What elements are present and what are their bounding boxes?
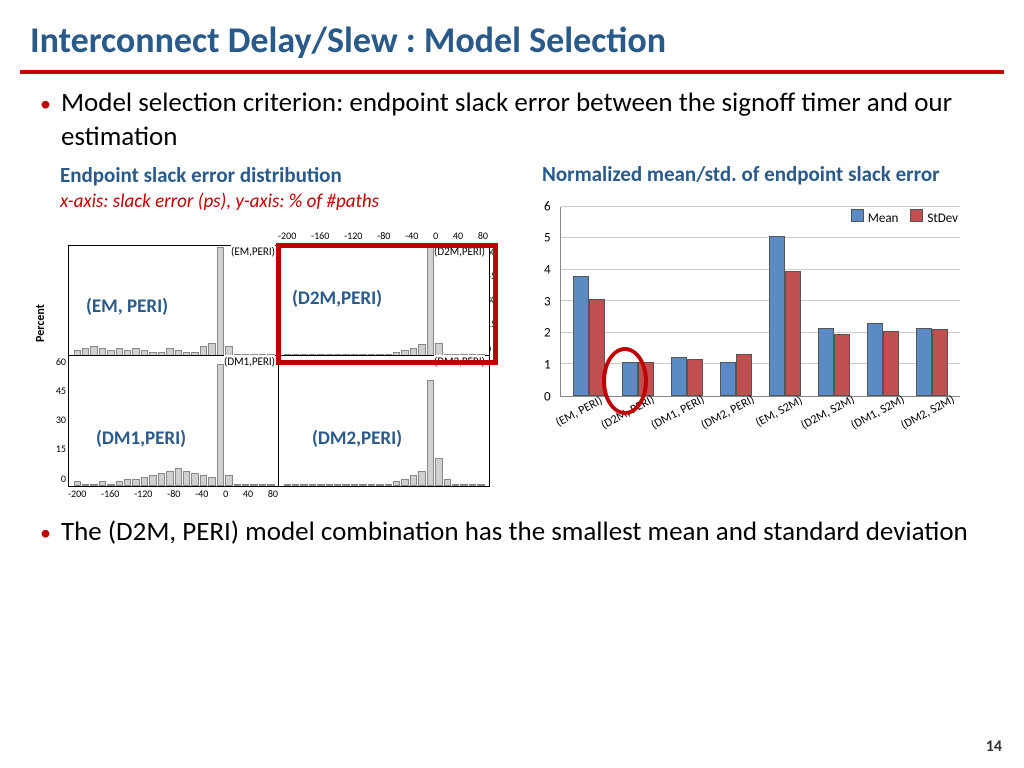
bar-mean [867, 323, 883, 396]
bullet-dot-icon: • [40, 90, 51, 118]
bar-mean [720, 362, 736, 396]
bar-stdev [932, 329, 948, 396]
bar-stdev [687, 359, 703, 396]
highlight-ellipse-icon [602, 347, 648, 415]
overlay-em-peri: (EM, PERI) [86, 295, 168, 318]
x-tick-label: (EM, S2M) [753, 394, 805, 430]
hist-subtitle: Endpoint slack error distribution [30, 162, 520, 188]
overlay-dm2-peri: (DM2,PERI) [312, 427, 402, 450]
bullet-dot-icon: • [40, 519, 51, 547]
overlay-dm1-peri: (DM1,PERI) [96, 427, 186, 450]
bar-group [907, 207, 956, 396]
bar-group [712, 207, 761, 396]
bar-mean [769, 236, 785, 396]
bullet-2: • The (D2M, PERI) model combination has … [0, 507, 1024, 557]
bullet-1: • Model selection criterion: endpoint sl… [0, 86, 1024, 162]
bar-stdev [785, 271, 801, 396]
title-rule [20, 70, 1004, 74]
bar-group [663, 207, 712, 396]
hist-bars [69, 356, 279, 486]
legend-mean: Mean [851, 209, 899, 226]
y-axis-label: Percent [34, 304, 48, 342]
hist-bars [279, 356, 489, 486]
barchart: Mean StDev 6 5 4 3 2 1 0 [530, 197, 970, 457]
legend: Mean StDev [851, 209, 958, 226]
histogram-grid: Percent -200-160 -120-80 -400 4080 -200-… [40, 217, 510, 507]
bar-mean [573, 276, 589, 396]
bar-group [809, 207, 858, 396]
bar-group [761, 207, 810, 396]
bar-group [858, 207, 907, 396]
x-tick-label: (EM, PERI) [554, 394, 605, 430]
histogram-section: Endpoint slack error distribution x-axis… [30, 162, 520, 507]
legend-stdev: StDev [910, 209, 958, 226]
page-title: Interconnect Delay/Slew : Model Selectio… [0, 0, 1024, 70]
bar-stdev [834, 334, 850, 396]
barchart-section: Normalized mean/std. of endpoint slack e… [530, 162, 994, 507]
hist-panel-dm1-peri: (DM1,PERI) [68, 355, 280, 487]
bar-stdev [736, 354, 752, 395]
page-number: 14 [986, 737, 1002, 756]
y-ticks-left: 015 3045 60 [46, 355, 66, 485]
bar-mean [818, 328, 834, 396]
bullet-1-text: Model selection criterion: endpoint slac… [61, 86, 984, 154]
content-row: Endpoint slack error distribution x-axis… [0, 162, 1024, 507]
highlight-box-icon [276, 243, 498, 365]
bar-mean [916, 328, 932, 396]
bar-stdev [883, 331, 899, 396]
barchart-subtitle: Normalized mean/std. of endpoint slack e… [530, 162, 994, 187]
bar-mean [671, 357, 687, 395]
x-ticks-top: -200-160 -120-80 -400 4080 [278, 229, 488, 242]
hist-axis-note: x-axis: slack error (ps), y-axis: % of #… [30, 190, 520, 213]
bullet-2-text: The (D2M, PERI) model combination has th… [61, 515, 968, 549]
x-ticks-bottom: -200-160 -120-80 -400 4080 [68, 487, 278, 500]
hist-panel-dm2-peri: (DM2,PERI) [278, 355, 490, 487]
